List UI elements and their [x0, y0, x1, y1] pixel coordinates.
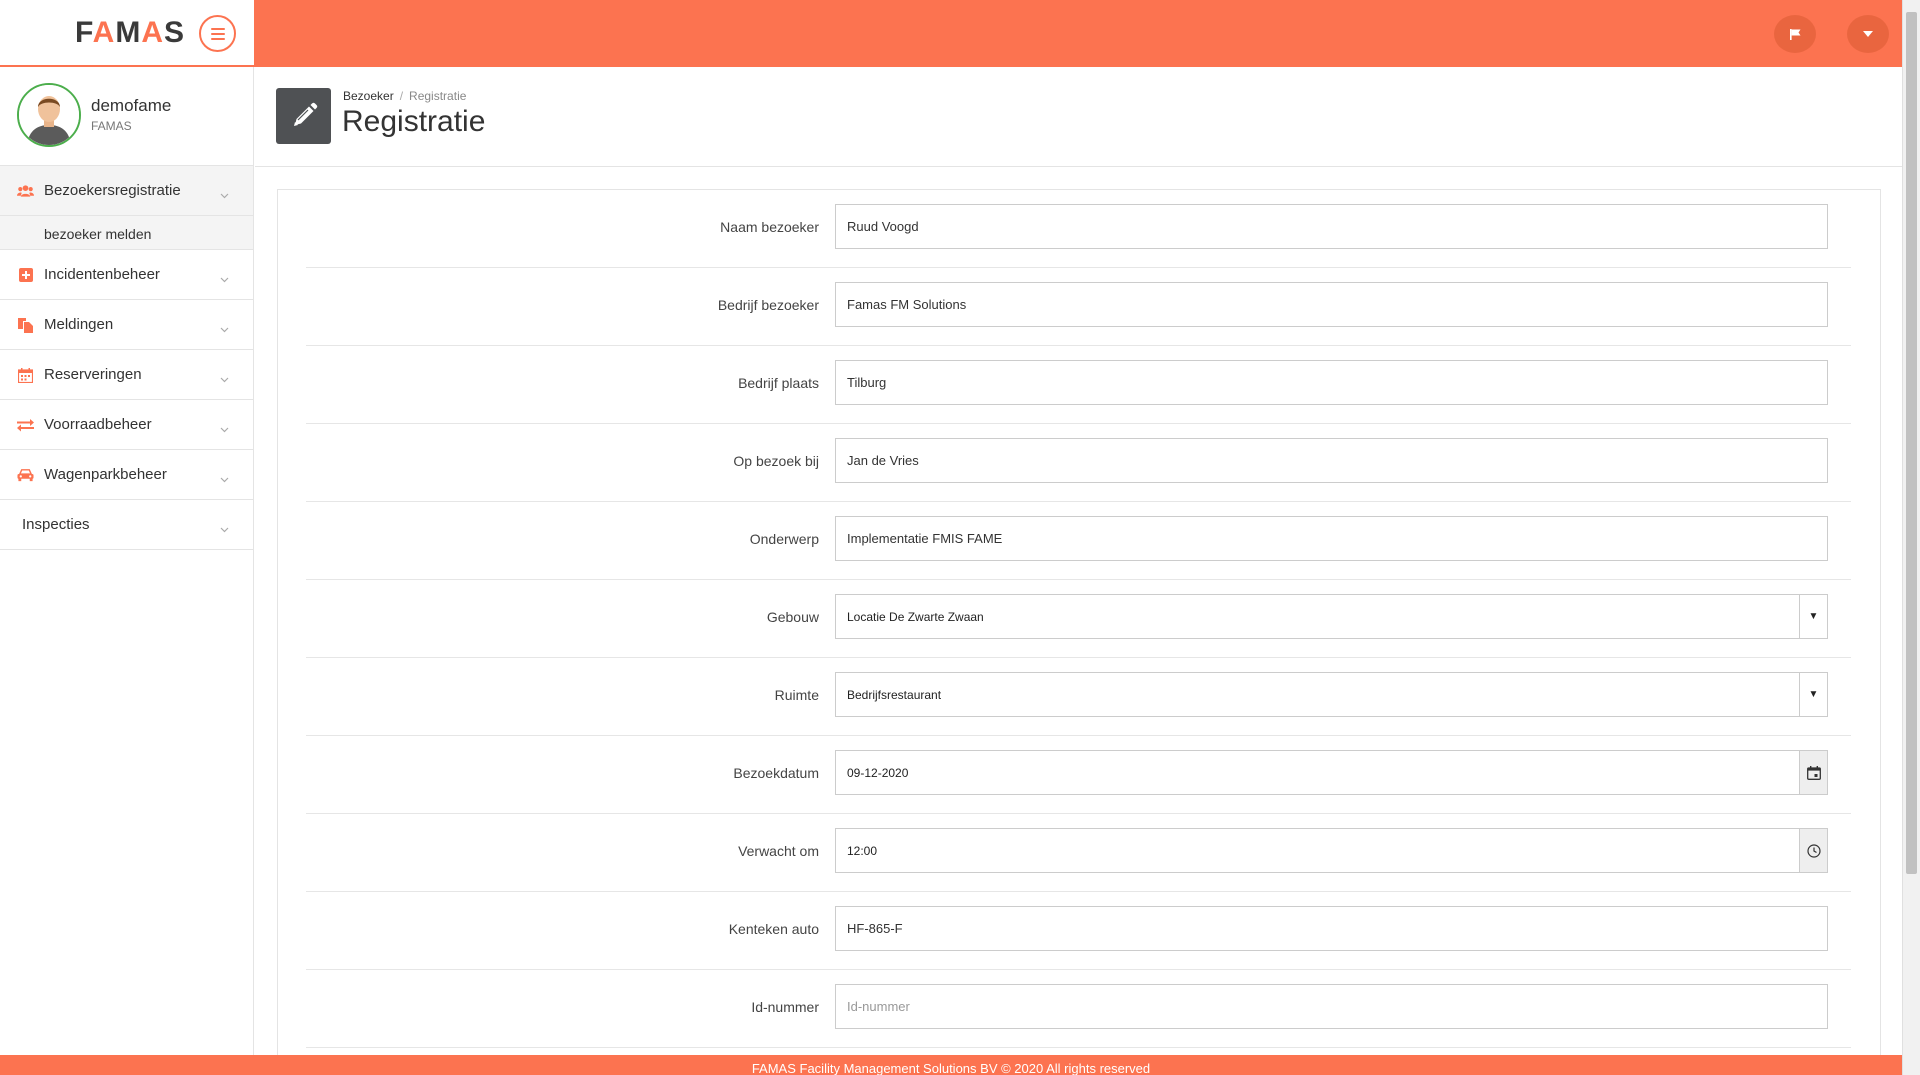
bezoekdatum-value: 09-12-2020	[847, 765, 909, 780]
sidebar-item-label: Wagenparkbeheer	[44, 466, 167, 483]
caret-down-icon[interactable]: ▼	[1799, 595, 1827, 638]
chevron-down-icon	[220, 320, 229, 338]
bedrijf-bezoeker-input[interactable]: Famas FM Solutions	[835, 282, 1828, 327]
form-row-bedrijf-bezoeker: Bedrijf bezoeker Famas FM Solutions	[306, 268, 1851, 346]
field-label: Id-nummer	[751, 999, 819, 1015]
verwacht-om-input[interactable]: 12:00	[835, 828, 1828, 873]
sidebar-item-wagenparkbeheer[interactable]: Wagenparkbeheer	[0, 450, 253, 500]
sidebar-item-label: Bezoekersregistratie	[44, 182, 181, 199]
caret-down-icon	[1863, 31, 1873, 37]
breadcrumb: Bezoeker / Registratie	[343, 89, 467, 103]
sidebar-item-label: Voorraadbeheer	[44, 416, 152, 433]
gebouw-select[interactable]: Locatie De Zwarte Zwaan ▼	[835, 594, 1828, 639]
sidebar-item-bezoekersregistratie[interactable]: Bezoekersregistratie	[0, 166, 253, 216]
menu-toggle-button[interactable]	[199, 15, 236, 52]
famas-logo[interactable]: FAMAS	[75, 16, 185, 50]
form-row-gebouw: Gebouw Locatie De Zwarte Zwaan ▼	[306, 580, 1851, 658]
field-label: Naam bezoeker	[720, 219, 819, 235]
page-icon-box	[276, 88, 331, 144]
logo-area: FAMAS	[0, 0, 254, 67]
form-row-op-bezoek-bij: Op bezoek bij Jan de Vries	[306, 424, 1851, 502]
calendar-icon	[17, 367, 34, 383]
verwacht-om-value: 12:00	[847, 843, 878, 858]
sidebar-item-label: Reserveringen	[44, 366, 142, 383]
bezoekdatum-input[interactable]: 09-12-2020	[835, 750, 1828, 795]
chevron-down-icon	[220, 186, 229, 204]
exchange-icon	[17, 417, 34, 433]
footer: FAMAS Facility Management Solutions BV ©…	[0, 1055, 1902, 1075]
page-header: Bezoeker / Registratie Registratie	[255, 67, 1902, 167]
ruimte-selected-value: Bedrijfsrestaurant	[847, 687, 942, 702]
form-row-naam-bezoeker: Naam bezoeker Ruud Voogd	[306, 190, 1851, 268]
form-row-ruimte: Ruimte Bedrijfsrestaurant ▼	[306, 658, 1851, 736]
registration-form: Naam bezoeker Ruud Voogd Bedrijf bezoeke…	[277, 189, 1881, 1069]
users-icon	[17, 183, 34, 199]
breadcrumb-current: Registratie	[409, 89, 467, 103]
sidebar-item-reserveringen[interactable]: Reserveringen	[0, 350, 253, 400]
sidebar-item-meldingen[interactable]: Meldingen	[0, 300, 253, 350]
sidebar-subitem-bezoeker-melden[interactable]: bezoeker melden	[0, 216, 253, 250]
avatar[interactable]	[17, 83, 81, 147]
naam-bezoeker-input[interactable]: Ruud Voogd	[835, 204, 1828, 249]
form-row-bedrijf-plaats: Bedrijf plaats Tilburg	[306, 346, 1851, 424]
top-bar: FAMAS	[0, 0, 1902, 67]
field-label: Bedrijf bezoeker	[717, 297, 819, 313]
calendar-icon[interactable]	[1799, 751, 1827, 794]
chevron-down-icon	[220, 420, 229, 438]
caret-down-icon[interactable]: ▼	[1799, 673, 1827, 716]
plus-square-icon	[17, 267, 34, 283]
op-bezoek-bij-input[interactable]: Jan de Vries	[835, 438, 1828, 483]
ruimte-select[interactable]: Bedrijfsrestaurant ▼	[835, 672, 1828, 717]
kenteken-auto-input[interactable]: HF-865-F	[835, 906, 1828, 951]
hamburger-icon	[210, 27, 225, 40]
form-row-bezoekdatum: Bezoekdatum 09-12-2020	[306, 736, 1851, 814]
page-scrollbar[interactable]	[1902, 0, 1920, 1075]
field-label: Gebouw	[766, 609, 819, 625]
notifications-button[interactable]	[1774, 15, 1816, 53]
field-label: Verwacht om	[738, 843, 819, 859]
chevron-down-icon	[220, 470, 229, 488]
breadcrumb-link-bezoeker[interactable]: Bezoeker	[343, 89, 394, 103]
chevron-down-icon	[220, 370, 229, 388]
clock-icon[interactable]	[1799, 829, 1827, 872]
id-nummer-input[interactable]: Id-nummer	[835, 984, 1828, 1029]
footer-copyright: FAMAS Facility Management Solutions BV ©…	[751, 1061, 1151, 1075]
form-row-onderwerp: Onderwerp Implementatie FMIS FAME	[306, 502, 1851, 580]
copy-icon	[17, 317, 34, 333]
field-label: Op bezoek bij	[733, 453, 819, 469]
car-icon	[17, 467, 34, 483]
form-row-verwacht-om: Verwacht om 12:00	[306, 814, 1851, 892]
field-label: Bezoekdatum	[733, 765, 819, 781]
sidebar-item-label: Inspecties	[22, 516, 90, 533]
sidebar-subitem-label: bezoeker melden	[44, 226, 152, 242]
onderwerp-input[interactable]: Implementatie FMIS FAME	[835, 516, 1828, 561]
user-dropdown-button[interactable]	[1847, 15, 1889, 53]
sidebar-item-incidentenbeheer[interactable]: Incidentenbeheer	[0, 250, 253, 300]
form-row-id-nummer: Id-nummer Id-nummer	[306, 970, 1851, 1048]
form-row-kenteken-auto: Kenteken auto HF-865-F	[306, 892, 1851, 970]
field-label: Kenteken auto	[728, 921, 819, 937]
sidebar-item-label: Meldingen	[44, 316, 114, 333]
page-title: Registratie	[342, 105, 486, 138]
pencil-icon	[293, 102, 317, 126]
scrollbar-thumb[interactable]	[1906, 12, 1917, 874]
field-label: Onderwerp	[749, 531, 819, 547]
gebouw-selected-value: Locatie De Zwarte Zwaan	[847, 609, 984, 624]
flag-icon	[1789, 28, 1800, 40]
sidebar-item-inspecties[interactable]: Inspecties	[0, 500, 253, 550]
field-label: Ruimte	[774, 687, 819, 703]
field-label: Bedrijf plaats	[738, 375, 819, 391]
user-name: demofame	[91, 96, 172, 115]
chevron-down-icon	[220, 520, 229, 538]
chevron-down-icon	[220, 270, 229, 288]
user-panel: demofame FAMAS	[0, 67, 253, 166]
user-organization: FAMAS	[91, 119, 132, 133]
bedrijf-plaats-input[interactable]: Tilburg	[835, 360, 1828, 405]
sidebar: demofame FAMAS Bezoekersregistratie bezo…	[0, 67, 254, 1055]
sidebar-item-label: Incidentenbeheer	[44, 266, 160, 283]
sidebar-item-voorraadbeheer[interactable]: Voorraadbeheer	[0, 400, 253, 450]
